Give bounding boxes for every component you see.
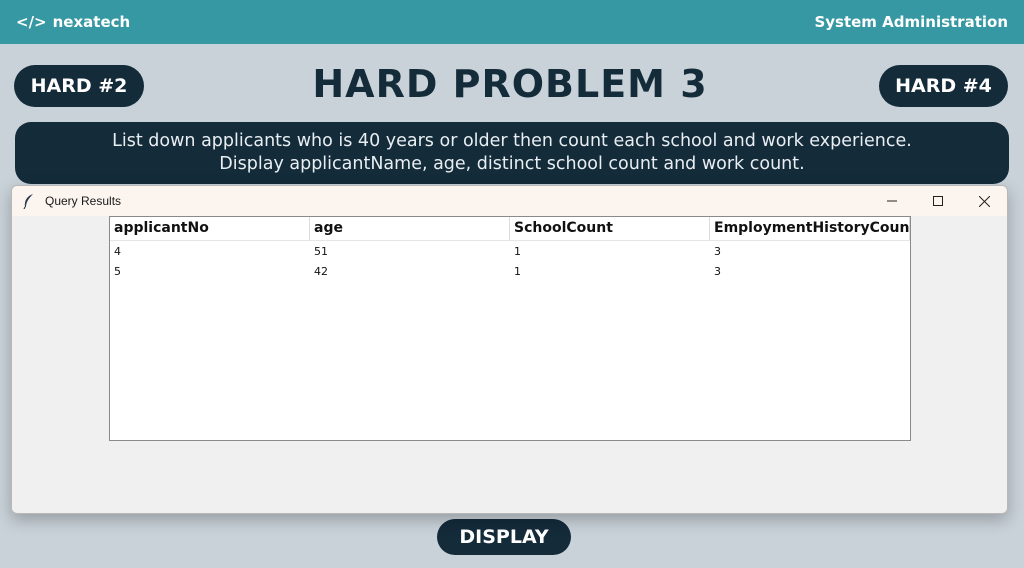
column-header-age[interactable]: age — [310, 217, 510, 240]
display-button[interactable]: DISPLAY — [437, 519, 571, 555]
system-administration-label: System Administration — [814, 13, 1008, 31]
table-header: applicantNo age SchoolCount EmploymentHi… — [110, 217, 910, 241]
cell-age: 51 — [314, 245, 328, 258]
brand-name: nexatech — [52, 13, 131, 31]
cell-school-count: 1 — [514, 265, 521, 278]
cell-applicant-no: 5 — [114, 265, 121, 278]
minimize-icon — [887, 200, 897, 202]
maximize-icon — [933, 196, 943, 206]
cell-age: 42 — [314, 265, 328, 278]
code-icon: </> — [16, 13, 47, 31]
query-results-window: Query Results applicantNo age SchoolCoun… — [11, 185, 1008, 514]
table-row[interactable]: 5 42 1 3 — [110, 261, 910, 281]
window-controls — [869, 186, 1007, 216]
page-title: HARD PROBLEM 3 — [312, 62, 708, 106]
next-problem-button[interactable]: HARD #4 — [879, 65, 1008, 107]
column-header-applicant-no[interactable]: applicantNo — [110, 217, 310, 240]
problem-description-line-2: Display applicantName, age, distinct sch… — [219, 154, 805, 174]
problem-description-line-1: List down applicants who is 40 years or … — [112, 131, 912, 151]
cell-employment-history-count: 3 — [714, 265, 721, 278]
window-title: Query Results — [45, 194, 122, 208]
close-icon — [978, 195, 990, 207]
cell-employment-history-count: 3 — [714, 245, 721, 258]
prev-problem-button[interactable]: HARD #2 — [14, 65, 144, 107]
column-header-employment-history-count[interactable]: EmploymentHistoryCount — [710, 217, 910, 240]
feather-icon — [22, 193, 36, 210]
maximize-button[interactable] — [915, 186, 961, 216]
close-button[interactable] — [961, 186, 1007, 216]
top-bar: </> nexatech System Administration — [0, 0, 1024, 44]
table-row[interactable]: 4 51 1 3 — [110, 241, 910, 261]
brand[interactable]: </> nexatech — [16, 13, 130, 31]
minimize-button[interactable] — [869, 186, 915, 216]
cell-applicant-no: 4 — [114, 245, 121, 258]
problem-description: List down applicants who is 40 years or … — [15, 122, 1009, 184]
results-table[interactable]: applicantNo age SchoolCount EmploymentHi… — [109, 216, 911, 441]
column-header-school-count[interactable]: SchoolCount — [510, 217, 710, 240]
cell-school-count: 1 — [514, 245, 521, 258]
window-titlebar[interactable]: Query Results — [12, 186, 1007, 216]
